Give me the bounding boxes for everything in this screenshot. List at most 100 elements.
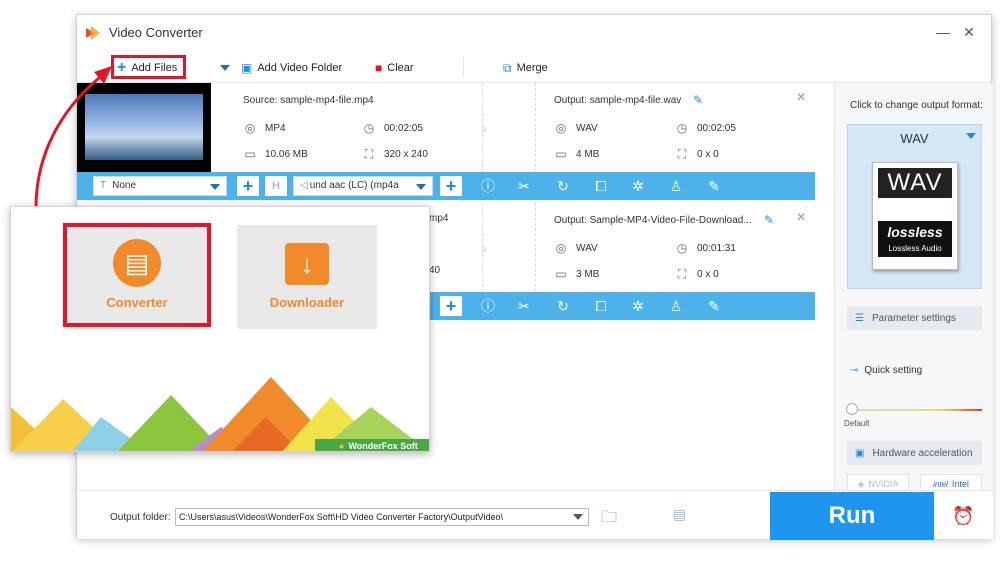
format-icon: ◎ (555, 121, 567, 135)
output-duration: ◷ 00:02:05 (675, 121, 736, 135)
launcher-popup: ▤ Converter ↓ Downloader ● WonderFox Sof… (10, 206, 430, 452)
crop-icon[interactable]: ⧠ (592, 297, 610, 315)
output-size-value: 3 MB (576, 268, 600, 280)
folder-icon: ▭ (555, 147, 567, 161)
downloader-label: Downloader (269, 295, 345, 310)
merge-icon: ⧉ (503, 60, 512, 75)
add-video-folder-button[interactable]: ▣ Add Video Folder (241, 60, 342, 76)
resolution-icon: ⛶ (677, 267, 687, 281)
edit-pen-icon[interactable]: ✎ (705, 177, 723, 195)
selected-format: WAV (900, 131, 929, 146)
trash-icon: ■ (375, 61, 383, 75)
effects-wand-icon[interactable]: ✲ (629, 177, 647, 195)
close-window-button[interactable]: ✕ (957, 22, 981, 42)
add-audio-button[interactable]: + (440, 296, 462, 316)
source-resolution-value: 320 x 240 (384, 148, 428, 160)
remove-file-button[interactable]: ✕ (796, 90, 806, 104)
run-button[interactable]: Run (770, 492, 934, 540)
audio-track-value: und aac (LC) (mp4a (309, 180, 399, 191)
downloader-tile[interactable]: ↓ Downloader (237, 225, 377, 329)
add-video-folder-label: Add Video Folder (257, 62, 343, 74)
info-icon[interactable]: ⓘ (479, 297, 497, 315)
folder-icon: ▣ (241, 61, 253, 75)
parameter-settings-label: Parameter settings (871, 312, 956, 324)
format-icon: ◎ (555, 241, 567, 255)
output-duration-value: 00:02:05 (697, 122, 736, 134)
output-format-value: WAV (576, 242, 598, 254)
edit-pen-icon[interactable]: ✎ (705, 297, 723, 315)
lossless-subtitle: Lossless Audio (888, 244, 942, 253)
output-format-selector[interactable]: WAV WAV lossless Lossless Audio (847, 124, 982, 289)
info-icon[interactable]: ⓘ (479, 177, 497, 195)
output-size-value: 4 MB (576, 148, 600, 160)
quality-slider-track[interactable] (850, 409, 982, 411)
chevron-down-icon[interactable] (573, 514, 583, 520)
audio-track-select[interactable]: ◁ und aac (LC) (mp4a (293, 176, 433, 196)
rotate-icon[interactable]: ↻ (554, 177, 572, 195)
edit-icon[interactable]: ✎ (764, 213, 774, 227)
output-format-value: WAV (576, 122, 598, 134)
minimize-button[interactable]: — (931, 22, 955, 42)
folder-icon: ▭ (244, 147, 256, 161)
source-format: ◎ MP4 (243, 121, 286, 135)
clock-icon: ◷ (676, 121, 688, 135)
output-filename: Output: sample-mp4-file.wav (554, 95, 682, 106)
wonderfox-logo-icon: ● (339, 441, 345, 451)
edit-icon[interactable]: ✎ (693, 93, 703, 107)
source-duration-value: 00:02:05 (384, 122, 423, 134)
effects-wand-icon[interactable]: ✲ (629, 297, 647, 315)
output-size: ▭ 3 MB (554, 267, 599, 281)
chevron-down-icon (416, 184, 426, 190)
output-folder-input[interactable]: C:\Users\asus\Videos\WonderFox Soft\HD V… (175, 508, 589, 526)
sliders-icon: ☰ (855, 312, 864, 324)
export-folder-icon[interactable]: ▤ (673, 506, 686, 523)
clock-icon: ◷ (676, 241, 688, 255)
title-bar: Video Converter — ✕ (77, 15, 991, 51)
intel-label: Intel (951, 479, 969, 489)
toolbar: + Add Files ▣ Add Video Folder ■ Clear ⧉… (77, 51, 991, 83)
watermark-stamp-icon[interactable]: ♙ (667, 297, 685, 315)
folder-icon: ▭ (555, 267, 567, 281)
format-icon: ◎ (244, 121, 256, 135)
scissors-icon[interactable]: ✂ (515, 297, 533, 315)
source-filename-partial: mp4 (429, 213, 449, 224)
hardware-acceleration-label: Hardware acceleration (872, 447, 973, 459)
source-format-value: MP4 (265, 122, 286, 134)
source-size: ▭ 10.06 MB (243, 147, 308, 161)
intel-icon: intel (933, 479, 948, 489)
source-size-value: 10.06 MB (265, 148, 308, 160)
source-duration: ◷ 00:02:05 (362, 121, 423, 135)
lossless-title: lossless (887, 224, 943, 240)
add-audio-button[interactable]: + (440, 176, 462, 196)
wav-badge: WAV (878, 168, 952, 198)
crop-icon[interactable]: ⧠ (592, 177, 610, 195)
parameter-settings-button[interactable]: ☰ Parameter settings (847, 306, 982, 330)
output-format: ◎ WAV (554, 241, 598, 255)
brand-label: WonderFox Soft (348, 441, 418, 451)
slider-default-label: Default (844, 419, 870, 428)
add-subtitle-button[interactable]: + (237, 176, 259, 196)
alarm-clock-icon[interactable]: ⏰ (952, 506, 974, 528)
chip-icon: ▣ (855, 447, 865, 459)
converter-highlight (63, 223, 211, 327)
remove-file-button[interactable]: ✕ (796, 210, 806, 224)
h-subtitle-button[interactable]: H (265, 176, 287, 196)
hardware-acceleration-button[interactable]: ▣ Hardware acceleration (847, 441, 982, 465)
chevron-down-icon (966, 133, 976, 139)
open-folder-icon[interactable]: 🗀 (601, 506, 617, 533)
nvidia-label: NVIDIA (868, 479, 899, 489)
quality-slider-handle[interactable] (846, 403, 858, 415)
watermark-stamp-icon[interactable]: ♙ (667, 177, 685, 195)
divider (535, 83, 536, 172)
merge-button[interactable]: ⧉ Merge (503, 60, 548, 76)
rotate-icon[interactable]: ↻ (554, 297, 572, 315)
wav-format-icon: WAV lossless Lossless Audio (872, 162, 958, 270)
scissors-icon[interactable]: ✂ (515, 177, 533, 195)
add-files-dropdown[interactable] (220, 60, 230, 76)
source-resolution: ⛶ 320 x 240 (362, 147, 428, 161)
toolbar-divider (463, 57, 464, 77)
output-folder-label: Output folder: (110, 512, 171, 523)
output-resolution: ⛶ 0 x 0 (675, 147, 719, 161)
clear-button[interactable]: ■ Clear (375, 60, 414, 76)
lossless-badge: lossless Lossless Audio (878, 221, 952, 257)
